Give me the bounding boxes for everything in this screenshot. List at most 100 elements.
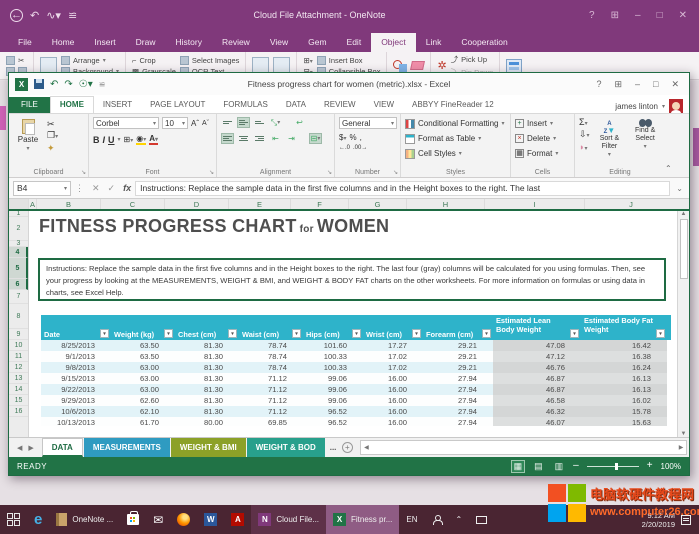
fill-handle[interactable]	[663, 298, 666, 301]
copy-icon[interactable]	[6, 56, 15, 65]
header-date[interactable]: Date▾	[41, 315, 111, 340]
onenote-tab-edit[interactable]: Edit	[337, 33, 372, 52]
cell[interactable]: 9/1/2013	[41, 351, 111, 362]
cell[interactable]: 46.07	[493, 417, 581, 426]
cell[interactable]: 63.00	[111, 373, 175, 384]
header-waist[interactable]: Waist (cm)▾	[239, 315, 303, 340]
cell[interactable]: 17.27	[363, 340, 423, 351]
merge-center-icon[interactable]: ⊟▾	[309, 133, 322, 144]
cell[interactable]: 63.50	[111, 340, 175, 351]
crop-button[interactable]: ⌐Crop	[132, 56, 176, 65]
sheet-canvas[interactable]: FITNESS PROGRESS CHARTforWOMEN Instructi…	[29, 211, 677, 437]
cell[interactable]: 16.00	[363, 417, 423, 426]
taskbar-fitness-excel[interactable]: X Fitness pr...	[326, 505, 399, 534]
cell[interactable]: 96.52	[303, 406, 363, 417]
italic-button[interactable]: I	[103, 135, 106, 145]
cell[interactable]: 16.00	[363, 406, 423, 417]
show-hidden-icons[interactable]: ⌃	[449, 505, 470, 534]
tab-page-layout[interactable]: PAGE LAYOUT	[141, 97, 214, 113]
filter-icon[interactable]: ▾	[100, 329, 109, 338]
wrap-text-icon[interactable]: ↩	[293, 117, 306, 128]
page-break-view-icon[interactable]: ▥	[553, 461, 566, 472]
grow-font-icon[interactable]: Aˆ	[191, 119, 199, 128]
action-center-icon[interactable]	[681, 515, 691, 525]
cell[interactable]: 80.00	[175, 417, 239, 426]
borders-icon[interactable]: ⊞▾	[124, 135, 134, 144]
column-header-h[interactable]: H	[407, 199, 485, 209]
zoom-slider-thumb[interactable]	[615, 463, 618, 470]
zoom-out-icon[interactable]: –	[573, 461, 579, 471]
cell[interactable]: 9/15/2013	[41, 373, 111, 384]
copy-icon[interactable]: ❐▾	[47, 131, 58, 142]
filter-icon[interactable]: ▾	[482, 329, 491, 338]
font-color-icon[interactable]: A▾	[149, 134, 158, 145]
scroll-up-icon[interactable]: ▲	[681, 211, 687, 217]
row-header[interactable]: 16	[9, 406, 28, 417]
tab-abbyy[interactable]: ABBYY FineReader 12	[403, 97, 503, 113]
tab-formulas[interactable]: FORMULAS	[214, 97, 276, 113]
cell[interactable]: 81.30	[175, 406, 239, 417]
select-all-corner[interactable]	[9, 199, 29, 209]
cell-styles-button[interactable]: Cell Styles▾	[405, 147, 505, 160]
align-middle-icon[interactable]	[237, 117, 250, 128]
onenote-tab-review[interactable]: Review	[212, 33, 260, 52]
row-header[interactable]: 10	[9, 340, 28, 351]
cell[interactable]: 96.52	[303, 417, 363, 426]
header-forearm[interactable]: Forearm (cm)▾	[423, 315, 493, 340]
back-icon[interactable]: ←	[10, 9, 23, 22]
redo-icon[interactable]: ↷	[64, 79, 72, 90]
fill-color-icon[interactable]: ◉▾	[136, 134, 146, 145]
cell[interactable]: 63.00	[111, 362, 175, 373]
column-header-e[interactable]: E	[229, 199, 291, 209]
row-header[interactable]: 2	[9, 217, 28, 241]
expand-icon[interactable]: ⊞▾	[303, 56, 312, 65]
column-header-b[interactable]: B	[37, 199, 101, 209]
vertical-scrollbar[interactable]: ▲ ▼	[677, 211, 689, 437]
sheet-tab-data[interactable]: DATA	[42, 438, 83, 457]
onenote-tab-file[interactable]: File	[8, 33, 42, 52]
cell[interactable]: 46.87	[493, 373, 581, 384]
sheet-tab-measurements[interactable]: MEASUREMENTS	[84, 438, 170, 457]
filter-icon[interactable]: ▾	[352, 329, 361, 338]
select-images-button[interactable]: Select Images	[180, 56, 240, 65]
autosum-icon[interactable]: Σ▾	[579, 117, 590, 127]
pen-icon[interactable]: ✲	[437, 59, 446, 72]
taskbar-word[interactable]: W	[197, 505, 224, 534]
start-button[interactable]	[0, 505, 27, 534]
header-chest[interactable]: Chest (cm)▾	[175, 315, 239, 340]
tab-file[interactable]: FILE	[9, 97, 50, 113]
cell[interactable]: 15.78	[581, 406, 667, 417]
help-icon[interactable]: ?	[596, 79, 601, 90]
row-header[interactable]: 4	[9, 247, 28, 258]
cell[interactable]: 8/25/2013	[41, 340, 111, 351]
undo-icon[interactable]: ↶	[30, 9, 39, 22]
cell[interactable]: 62.10	[111, 406, 175, 417]
align-top-icon[interactable]	[221, 117, 234, 128]
row-header[interactable]: 8	[9, 304, 28, 329]
header-body-fat[interactable]: Estimated Body Fat Weight▾	[581, 315, 667, 340]
undo-icon[interactable]: ↶	[50, 79, 58, 90]
cell[interactable]: 47.12	[493, 351, 581, 362]
collapse-ribbon-icon[interactable]: ⌃	[665, 164, 672, 173]
onenote-tab-history[interactable]: History	[166, 33, 212, 52]
tab-data[interactable]: DATA	[277, 97, 315, 113]
header-weight[interactable]: Weight (kg)▾	[111, 315, 175, 340]
cell[interactable]: 71.12	[239, 395, 303, 406]
cut-icon[interactable]: ✂	[47, 120, 58, 129]
fill-icon[interactable]: ⇩▾	[579, 129, 590, 140]
cell[interactable]: 62.60	[111, 395, 175, 406]
cell[interactable]: 10/6/2013	[41, 406, 111, 417]
font-dialog-launcher[interactable]: ↘	[209, 169, 214, 176]
taskbar-cloud-file[interactable]: N Cloud File...	[251, 505, 326, 534]
next-sheet-icon[interactable]: ▶	[28, 444, 33, 452]
cell[interactable]: 16.42	[581, 340, 667, 351]
cell[interactable]: 17.02	[363, 351, 423, 362]
eraser-icon[interactable]	[410, 61, 425, 70]
horizontal-scrollbar[interactable]: ◀ ▶	[360, 440, 687, 455]
pick-up-button[interactable]: ⤴Pick Up	[451, 54, 494, 65]
filter-icon[interactable]: ▾	[656, 329, 665, 338]
insert-function-icon[interactable]: fx	[119, 183, 135, 193]
cell[interactable]: 99.06	[303, 373, 363, 384]
zoom-level[interactable]: 100%	[661, 462, 681, 471]
find-select-button[interactable]: Find & Select▾	[629, 117, 661, 151]
